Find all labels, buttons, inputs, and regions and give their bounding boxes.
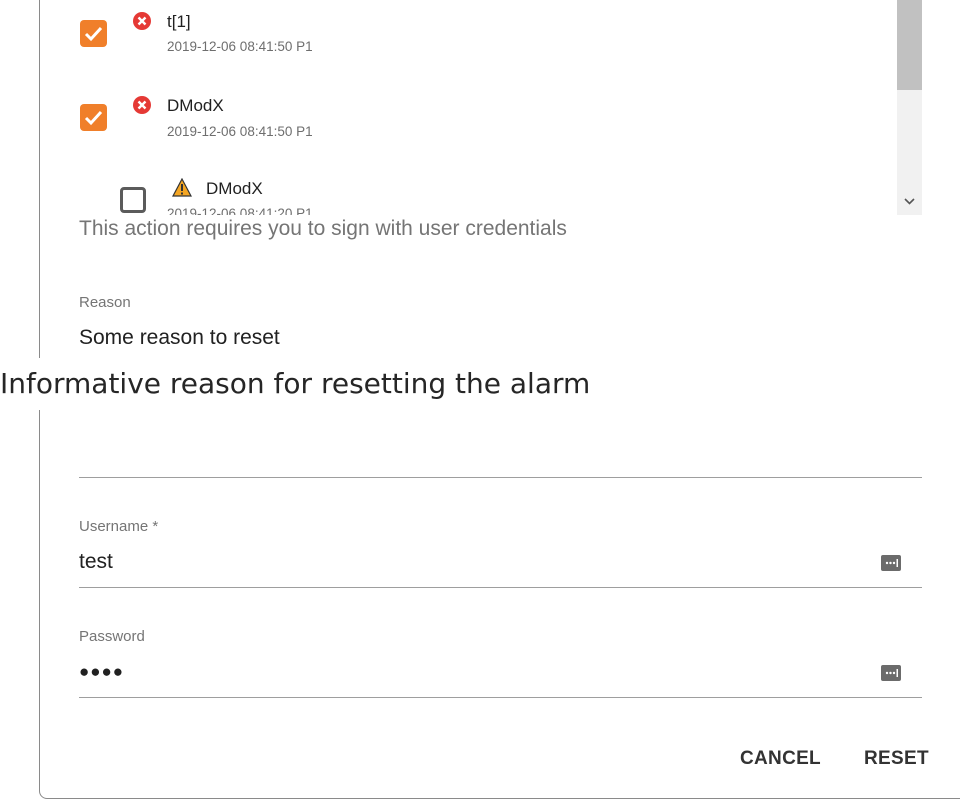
alarm-name: DModX bbox=[167, 96, 224, 115]
credentials-key-icon[interactable] bbox=[880, 663, 902, 683]
warning-icon bbox=[172, 178, 192, 197]
alarm-checkbox-unchecked[interactable] bbox=[120, 187, 146, 213]
alarm-list: t[1] 2019-12-06 08:41:50 P1 DModX 2019-1… bbox=[0, 0, 922, 215]
list-item[interactable]: t[1] 2019-12-06 08:41:50 P1 bbox=[0, 0, 840, 60]
alarm-checkbox-checked[interactable] bbox=[80, 20, 107, 47]
username-input[interactable]: test bbox=[79, 550, 113, 574]
checkmark-icon bbox=[84, 26, 103, 42]
credentials-key-icon[interactable] bbox=[880, 553, 902, 573]
checkmark-icon bbox=[84, 110, 103, 126]
password-label: Password bbox=[79, 628, 145, 645]
alarm-timestamp: 2019-12-06 08:41:50 P1 bbox=[167, 124, 313, 139]
list-scrollbar[interactable] bbox=[897, 0, 922, 215]
error-icon bbox=[133, 12, 151, 30]
list-item[interactable]: DModX 2019-12-06 08:41:20 P1 bbox=[0, 172, 840, 215]
username-label: Username * bbox=[79, 518, 159, 535]
error-icon bbox=[133, 96, 151, 114]
alarm-name: DModX bbox=[206, 179, 263, 198]
cancel-button[interactable]: CANCEL bbox=[740, 748, 821, 770]
reason-input[interactable]: Some reason to reset bbox=[79, 326, 280, 350]
chevron-down-icon bbox=[904, 198, 915, 205]
scroll-down-button[interactable] bbox=[897, 185, 922, 215]
password-underline bbox=[79, 697, 922, 698]
alarm-timestamp: 2019-12-06 08:41:20 P1 bbox=[167, 206, 313, 215]
alarm-timestamp: 2019-12-06 08:41:50 P1 bbox=[167, 39, 313, 54]
username-underline bbox=[79, 587, 922, 588]
reason-label: Reason bbox=[79, 294, 131, 311]
signature-notice: This action requires you to sign with us… bbox=[79, 217, 567, 240]
scrollbar-thumb[interactable] bbox=[897, 0, 922, 90]
password-input[interactable]: ●●●● bbox=[79, 662, 124, 682]
reason-helper-text: Informative reason for resetting the ala… bbox=[0, 358, 700, 410]
alarm-checkbox-checked[interactable] bbox=[80, 104, 107, 131]
list-item[interactable]: DModX 2019-12-06 08:41:50 P1 bbox=[0, 88, 840, 148]
reason-underline bbox=[79, 477, 922, 478]
alarm-name: t[1] bbox=[167, 12, 191, 31]
reset-button[interactable]: RESET bbox=[864, 748, 929, 770]
